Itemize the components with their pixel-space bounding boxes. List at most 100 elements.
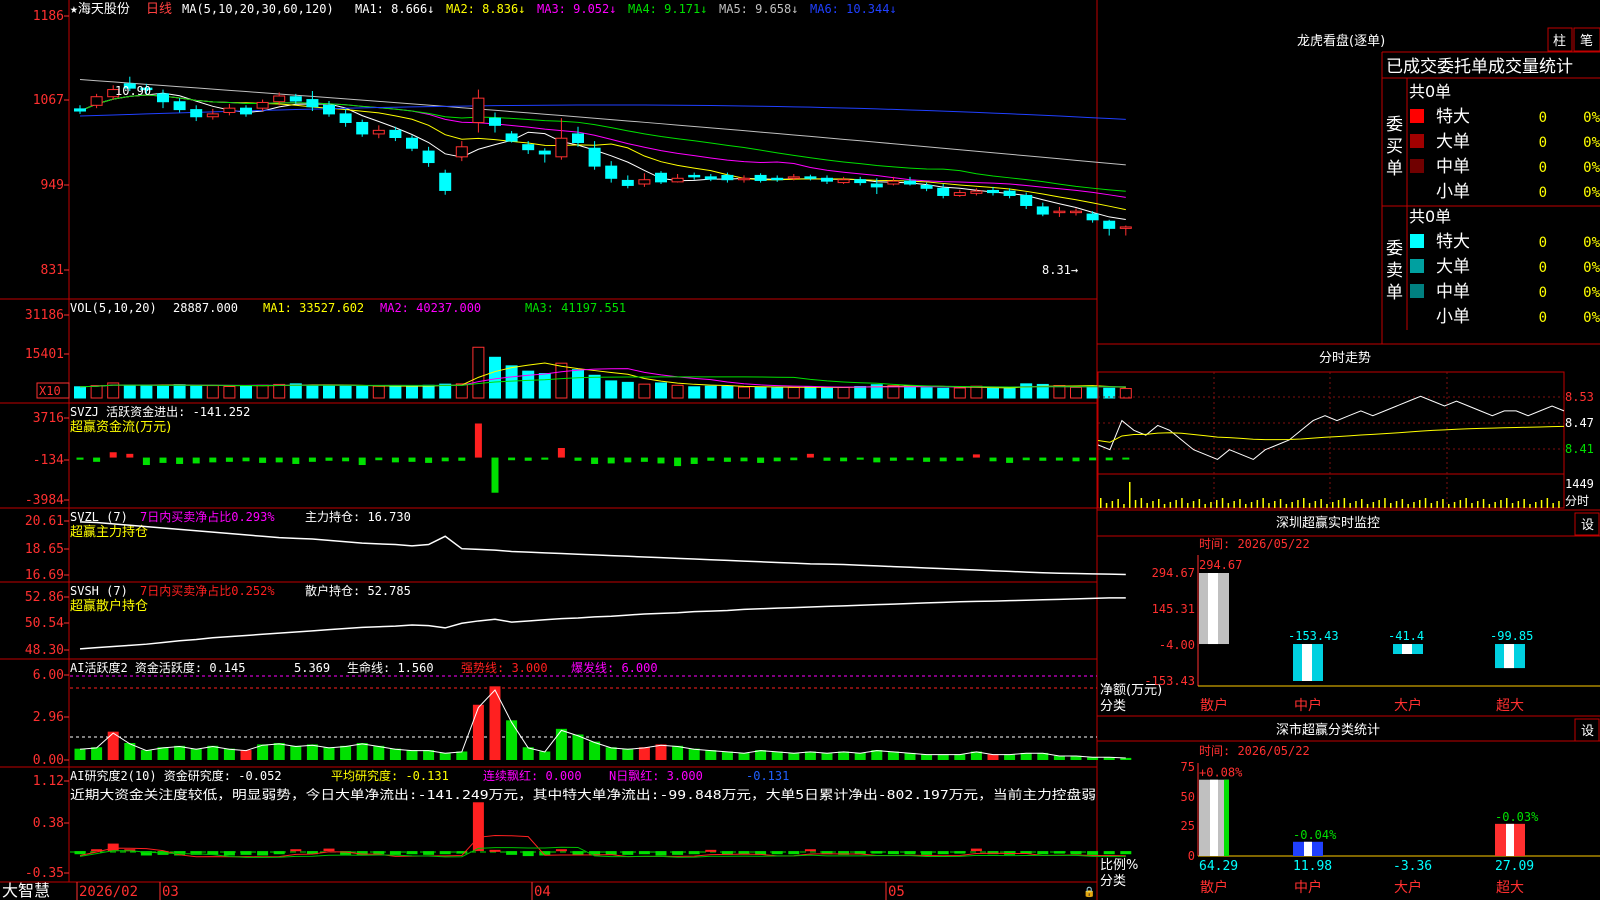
volume-bar [422,384,435,399]
candle [1053,210,1066,214]
buy-total: 共0单 [1409,82,1451,101]
volume-bar [505,365,518,399]
intraday-vol-bar [1407,504,1409,508]
volume-bar [123,384,136,399]
activity-bar [373,745,385,760]
activity-bar [506,720,518,760]
fund-flow-bar [707,457,715,461]
intraday-vol-bar [1314,501,1317,508]
fund-flow-bar [939,457,947,462]
volume-bar [538,373,551,399]
vertical-label-char: 单 [1386,159,1403,179]
volume-bar [1086,386,1099,399]
intraday-vol-bar [1395,501,1398,508]
order-size-swatch [1410,259,1424,273]
fund-flow-bar [209,457,217,463]
svg-text:笔[interactable]: 笔 [1580,33,1593,49]
dragon-tabs[interactable]: 已成交委托单成交量统计 [1386,57,1573,77]
intraday-vol-bar [1366,504,1369,508]
research-bar [672,851,684,855]
intraday-vol-bar [1326,504,1328,508]
intraday-vol-bar [1436,501,1438,508]
activity-bar [223,748,235,760]
intraday-vol-bar [1320,499,1322,508]
research-bar [522,851,534,857]
candle [489,117,501,126]
svg-text:柱[interactable]: 柱 [1553,34,1566,49]
candle [472,97,485,123]
intraday-vol-bar [1401,499,1404,508]
axis-tick-label: 50 [1181,790,1195,804]
intraday-vol-bar [1158,499,1160,508]
brand-logo[interactable]: 大智慧 [2,881,50,900]
candle [621,179,634,186]
fund-flow-bar [956,457,964,461]
fund-flow-bar [441,457,449,462]
research-bar [655,851,667,856]
activity-bar [705,750,717,760]
order-size-name: 大单 [1436,132,1470,152]
candle [821,177,833,182]
candle [339,113,352,123]
candle [1036,206,1049,215]
activity-bar [854,752,866,760]
fund-flow-bar [906,457,914,461]
intraday-vol-bar [1100,498,1102,508]
volume-bar [987,387,999,399]
fund-flow-bar [524,457,532,461]
stock-name[interactable]: ★海天股份 [70,2,130,17]
category-label: 中户 [1294,879,1322,896]
intraday-vol-bar [1303,498,1305,508]
candle [173,101,186,111]
research-bar [257,851,269,856]
ma-label: MA(5,10,20,30,60,120) [182,2,334,16]
order-percent: 0% [1583,160,1600,176]
fund-flow-bar [574,457,582,461]
activity-bar [539,751,551,760]
period-label[interactable]: 日线 [146,2,172,17]
volume-bar [688,386,701,399]
fund-flow-bar [408,457,416,462]
svg-text:设[interactable]: 设 [1581,724,1594,739]
activity-bar [638,747,650,760]
intraday-vol-bar [1500,500,1502,508]
axis-tick-label: 48.30 [25,643,64,658]
volume-bar [671,384,684,399]
candle [588,147,601,167]
fund-flow-bar [823,457,831,461]
candle [157,93,169,103]
svg-text:5.369: 5.369 [294,661,330,675]
svg-text:设[interactable]: 设 [1581,518,1594,533]
ma-value-4: MA4: 9.171↓ [628,2,707,16]
activity-bar [406,750,418,760]
activity-bar [157,747,169,760]
fund-flow-bar [176,457,184,464]
lock-icon[interactable]: 🔒 [1083,886,1095,898]
intraday-vol-bar [1221,498,1224,508]
svg-text:超赢散户持仓: 超赢散户持仓 [70,598,148,614]
svg-text:SVSH (7): SVSH (7) [70,584,128,598]
intraday-vol-bar [1111,501,1114,508]
category-label: 中户 [1294,697,1322,714]
fund-flow-bar [1105,457,1113,461]
svg-text:SVZL (7): SVZL (7) [70,510,128,524]
svg-text:1449: 1449 [1565,477,1594,491]
order-size-name: 特大 [1436,107,1470,127]
volume-bar [953,387,966,399]
volume-bar [771,387,784,399]
svg-text:AI研究度2(10) 资金研究度: -0.052: AI研究度2(10) 资金研究度: -0.052 [70,768,282,783]
sell-total: 共0单 [1409,207,1451,226]
svg-text:分类: 分类 [1100,874,1126,889]
order-count: 0 [1539,260,1547,276]
volume-bar [356,385,369,399]
research-bar [506,851,518,855]
research-bar [1087,851,1099,855]
category-label: 散户 [1200,697,1228,714]
category-label: 散户 [1200,879,1228,896]
activity-bar [190,748,202,760]
volume-bar [1053,385,1066,399]
intraday-vol-bar [1256,500,1259,508]
volume-bar [787,386,800,399]
svg-text:-0.131: -0.131 [746,769,789,783]
candle [605,165,618,179]
